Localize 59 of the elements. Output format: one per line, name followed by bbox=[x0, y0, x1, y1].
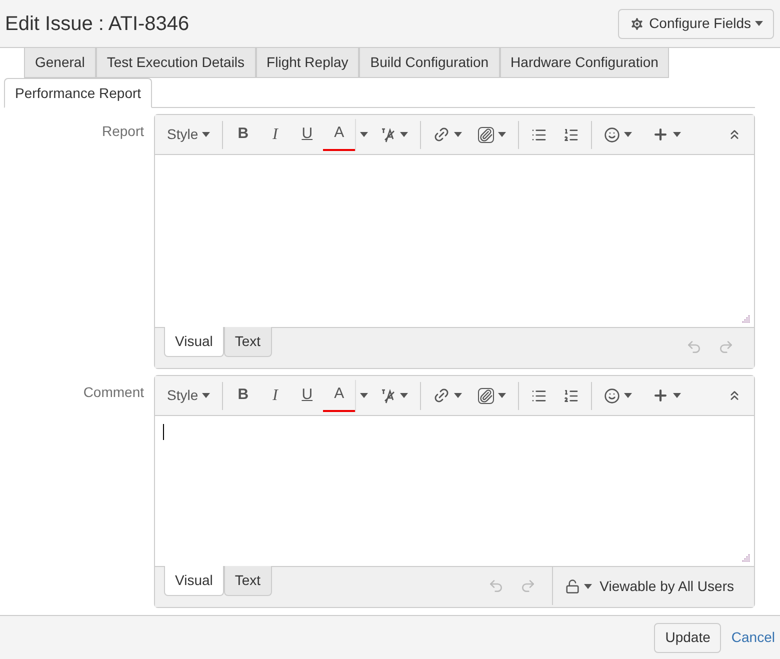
editor-mode-tab[interactable]: Text bbox=[224, 566, 272, 596]
italic-button[interactable]: I bbox=[259, 118, 292, 150]
configure-fields-button[interactable]: Configure Fields bbox=[618, 8, 774, 38]
caret-icon bbox=[360, 132, 368, 137]
caret-icon bbox=[624, 393, 632, 398]
underline-button[interactable]: U bbox=[291, 380, 324, 412]
editor-mode-tab[interactable]: Text bbox=[224, 327, 272, 357]
form-tab[interactable]: Performance Report bbox=[4, 78, 152, 108]
bullet-list-icon bbox=[531, 388, 548, 404]
unlocked-icon bbox=[564, 578, 580, 594]
caret-icon bbox=[360, 393, 368, 398]
text-cursor bbox=[163, 424, 164, 440]
caret-icon bbox=[498, 393, 506, 398]
smiley-icon bbox=[604, 388, 620, 404]
caret-icon bbox=[400, 393, 408, 398]
caret-icon bbox=[454, 132, 462, 137]
form-tab[interactable]: Build Configuration bbox=[359, 48, 500, 78]
form-tab[interactable]: Test Execution Details bbox=[96, 48, 256, 78]
caret-icon bbox=[624, 132, 632, 137]
smiley-icon bbox=[604, 126, 620, 142]
plus-icon bbox=[652, 126, 670, 143]
bold-button[interactable]: B bbox=[227, 380, 260, 412]
caret-icon bbox=[202, 393, 210, 398]
visibility-label: Viewable by All Users bbox=[600, 576, 734, 596]
cancel-link[interactable]: Cancel bbox=[731, 627, 775, 648]
field-label: Report bbox=[102, 123, 144, 139]
visibility-dropdown[interactable] bbox=[564, 578, 592, 594]
page-title: Edit Issue : ATI-8346 bbox=[5, 12, 190, 36]
style-dropdown[interactable]: Style bbox=[159, 118, 218, 150]
bullet-list-icon bbox=[531, 126, 548, 142]
text-color-button[interactable]: A bbox=[323, 118, 356, 150]
editor-mode-tab[interactable]: Visual bbox=[164, 327, 224, 357]
style-dropdown[interactable]: Style bbox=[159, 380, 218, 412]
caret-icon bbox=[454, 393, 462, 398]
text-color-button[interactable]: A bbox=[323, 380, 356, 412]
caret-icon bbox=[673, 393, 682, 398]
caret-icon bbox=[673, 132, 682, 137]
numbered-list-icon bbox=[563, 126, 580, 142]
clear-format-icon bbox=[380, 126, 396, 142]
plus-icon bbox=[652, 387, 670, 404]
italic-button[interactable]: I bbox=[259, 380, 292, 412]
clear-format-icon bbox=[380, 388, 396, 404]
form-tab[interactable]: Hardware Configuration bbox=[500, 48, 670, 78]
update-button[interactable]: Update bbox=[654, 622, 722, 652]
form-tab[interactable]: Flight Replay bbox=[256, 48, 360, 78]
underline-button[interactable]: U bbox=[291, 118, 324, 150]
caret-icon bbox=[498, 132, 506, 137]
caret-icon bbox=[202, 132, 210, 137]
numbered-list-icon bbox=[563, 388, 580, 404]
form-tab[interactable]: General bbox=[24, 48, 96, 78]
caret-icon bbox=[400, 132, 408, 137]
caret-icon bbox=[755, 21, 763, 26]
field-label: Comment bbox=[83, 384, 144, 400]
settings-icon bbox=[629, 16, 646, 32]
attachment-icon bbox=[478, 126, 494, 142]
editor-mode-tab[interactable]: Visual bbox=[164, 566, 224, 596]
caret-icon bbox=[584, 584, 592, 588]
bold-button[interactable]: B bbox=[227, 118, 260, 150]
attachment-icon bbox=[478, 388, 494, 404]
